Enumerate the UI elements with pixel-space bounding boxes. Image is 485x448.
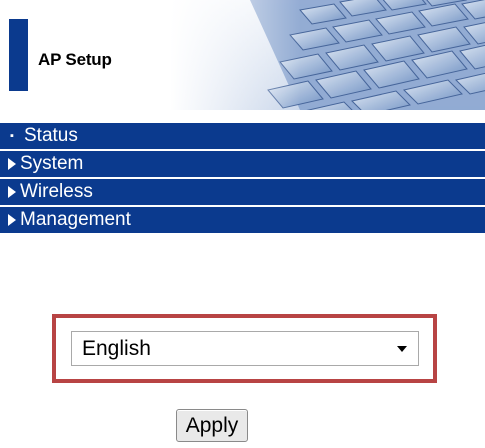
chevron-down-icon[interactable] bbox=[397, 346, 407, 352]
menu-item-label: Status bbox=[24, 125, 78, 146]
bullet-icon: ▪ bbox=[10, 130, 14, 142]
banner-accent-bar bbox=[9, 19, 28, 91]
language-highlight-frame: English bbox=[52, 314, 437, 383]
menu-item-status[interactable]: ▪ Status bbox=[0, 123, 485, 149]
arrow-right-icon bbox=[8, 158, 16, 170]
language-select[interactable]: English bbox=[71, 331, 419, 366]
menu-item-system[interactable]: System bbox=[0, 151, 485, 177]
menu-item-label: Wireless bbox=[20, 181, 93, 202]
menu-item-wireless[interactable]: Wireless bbox=[0, 179, 485, 205]
navigation-menu: ▪ Status System Wireless Management bbox=[0, 123, 485, 235]
language-selected-value: English bbox=[82, 336, 151, 360]
menu-item-label: System bbox=[20, 153, 84, 174]
page-title: AP Setup bbox=[38, 50, 112, 69]
arrow-right-icon bbox=[8, 214, 16, 226]
menu-item-label: Management bbox=[20, 209, 131, 230]
arrow-right-icon bbox=[8, 186, 16, 198]
menu-item-management[interactable]: Management bbox=[0, 207, 485, 233]
apply-button[interactable]: Apply bbox=[176, 409, 248, 442]
header-banner: AP Setup bbox=[0, 0, 485, 110]
